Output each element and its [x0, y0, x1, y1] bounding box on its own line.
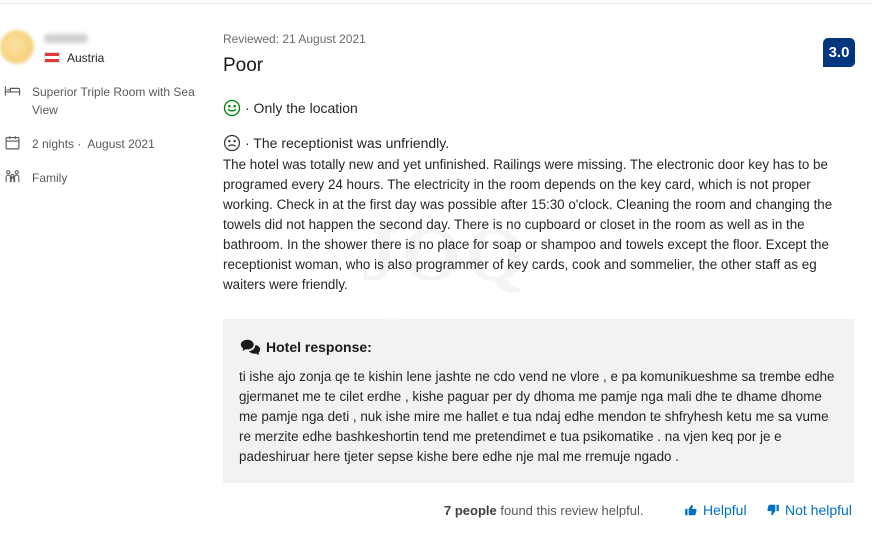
top-divider [0, 3, 872, 4]
calendar-icon [5, 136, 20, 150]
smiley-sad-icon [223, 134, 241, 152]
room-type: Superior Triple Room with Sea View [32, 85, 195, 117]
review-title: Poor [223, 55, 264, 76]
thumbs-down-icon [767, 504, 779, 516]
hotel-response-text: ti ishe ajo zonja qe te kishin lene jash… [239, 369, 835, 464]
chat-bubble-icon [240, 339, 261, 356]
stay-duration: 2 nights · August 2021 [32, 137, 155, 151]
avatar [0, 30, 34, 64]
not-helpful-button[interactable]: Not helpful [766, 502, 852, 518]
room-type-row [4, 82, 21, 99]
review-body: The hotel was totally new and yet unfini… [223, 157, 833, 292]
review-date: Reviewed: 21 August 2021 [223, 32, 366, 46]
helpful-button[interactable]: Helpful [684, 502, 747, 518]
thumbs-up-icon [685, 504, 697, 516]
helpful-count: 7 people [444, 503, 497, 518]
group-icon [5, 170, 20, 183]
stay-duration-row [4, 134, 21, 151]
positive-comment: · Only the location [223, 99, 358, 117]
smiley-happy-icon [223, 99, 241, 117]
traveller-type-row [4, 168, 21, 185]
helpful-label: Helpful [703, 502, 747, 518]
hotel-response-label: Hotel response: [266, 339, 372, 355]
review-score-badge: 3.0 [823, 38, 855, 67]
reviewer-name-blurred [44, 34, 88, 43]
traveller-type: Family [32, 171, 68, 185]
austria-flag-icon [44, 52, 60, 63]
hotel-response-header: Hotel response: [240, 338, 372, 356]
helpful-count-text: 7 people found this review helpful. [444, 503, 643, 518]
positive-text: · Only the location [245, 100, 358, 116]
negative-comment: · The receptionist was unfriendly. [223, 134, 449, 152]
negative-intro: · The receptionist was unfriendly. [245, 135, 450, 151]
bed-icon [4, 86, 21, 96]
hotel-response-box: Hotel response: ti ishe ajo zonja qe te … [223, 319, 854, 483]
helpful-count-suffix: found this review helpful. [500, 503, 644, 518]
not-helpful-label: Not helpful [785, 502, 852, 518]
reviewer-country: Austria [67, 51, 105, 65]
